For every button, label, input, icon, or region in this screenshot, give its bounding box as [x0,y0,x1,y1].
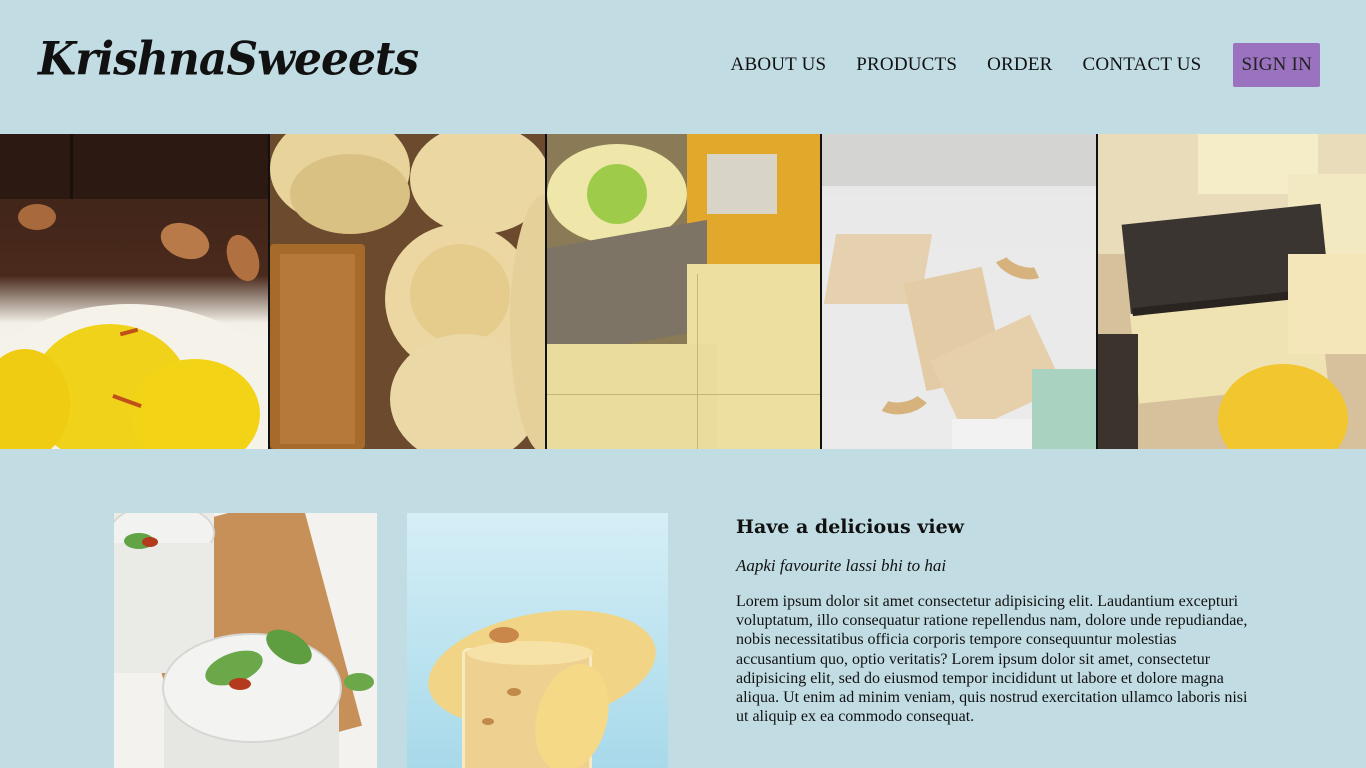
sign-in-button[interactable]: SIGN IN [1233,43,1320,87]
hero-image-strip [0,134,1366,449]
kaju-katli-image [822,134,1098,449]
feature-body: Lorem ipsum dolor sit amet consectetur a… [736,593,1248,726]
barfi-tray-image [547,134,822,449]
mango-lassi-splash-image [407,513,668,768]
rasgulla-kesar-image [0,134,270,449]
sweet-lassi-glasses-image [114,513,377,768]
feature-subtitle: Aapki favourite lassi bhi to hai [736,556,947,575]
nav-contact-us[interactable]: CONTACT US [1083,54,1202,76]
nav-order[interactable]: ORDER [987,54,1052,76]
nav-about-us[interactable]: ABOUT US [731,54,827,76]
site-header: KrishnaSweeets ABOUT US PRODUCTS ORDER C… [0,0,1366,134]
nav-products[interactable]: PRODUCTS [856,54,957,76]
feature-title: Have a delicious view [736,516,965,538]
layered-barfi-image [1098,134,1366,449]
brand-logo[interactable]: KrishnaSweeets [38,33,419,87]
peda-image [270,134,547,449]
feature-text-block: Have a delicious view Aapki favourite la… [736,513,1256,726]
main-nav: ABOUT US PRODUCTS ORDER CONTACT US SIGN … [701,43,1320,87]
